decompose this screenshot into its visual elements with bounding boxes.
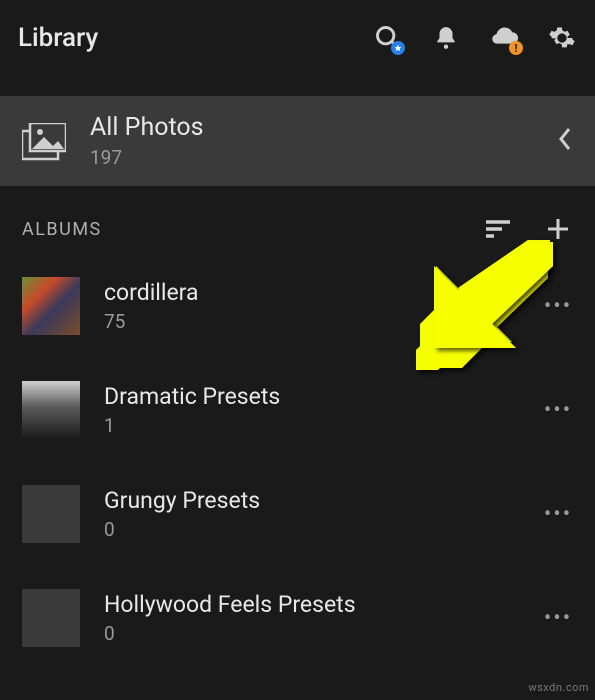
- notifications-icon[interactable]: [431, 23, 461, 53]
- album-count: 1: [104, 414, 519, 437]
- album-row[interactable]: Dramatic Presets 1 •••: [0, 358, 595, 462]
- header-actions: !: [373, 23, 577, 53]
- album-text: Hollywood Feels Presets 0: [104, 591, 519, 645]
- more-icon[interactable]: •••: [543, 398, 573, 423]
- album-count: 0: [104, 518, 519, 541]
- search-badge-icon: [391, 41, 405, 55]
- album-thumbnail: [22, 277, 80, 335]
- album-thumbnail: [22, 485, 80, 543]
- chevron-left-icon[interactable]: [557, 126, 573, 156]
- all-photos-text: All Photos 197: [90, 113, 533, 169]
- album-row[interactable]: Hollywood Feels Presets 0 •••: [0, 566, 595, 670]
- album-thumbnail: [22, 589, 80, 647]
- cloud-sync-icon[interactable]: !: [489, 23, 519, 53]
- album-count: 0: [104, 622, 519, 645]
- album-thumbnail: [22, 381, 80, 439]
- photos-icon: [22, 123, 66, 159]
- album-title: Dramatic Presets: [104, 383, 519, 410]
- annotation-arrow-icon: [378, 240, 558, 370]
- album-text: Dramatic Presets 1: [104, 383, 519, 437]
- more-icon[interactable]: •••: [543, 606, 573, 631]
- album-text: Grungy Presets 0: [104, 487, 519, 541]
- all-photos-row[interactable]: All Photos 197: [0, 96, 595, 186]
- album-title: Hollywood Feels Presets: [104, 591, 519, 618]
- all-photos-count: 197: [90, 146, 533, 169]
- app-header: Library !: [0, 0, 595, 76]
- page-title: Library: [18, 23, 98, 53]
- cloud-warning-badge-icon: !: [509, 41, 523, 55]
- albums-label: ALBUMS: [22, 219, 102, 240]
- settings-icon[interactable]: [547, 23, 577, 53]
- search-icon[interactable]: [373, 23, 403, 53]
- watermark: wsxdn.com: [528, 681, 589, 694]
- all-photos-title: All Photos: [90, 113, 533, 142]
- more-icon[interactable]: •••: [543, 502, 573, 527]
- album-row[interactable]: Grungy Presets 0 •••: [0, 462, 595, 566]
- album-title: Grungy Presets: [104, 487, 519, 514]
